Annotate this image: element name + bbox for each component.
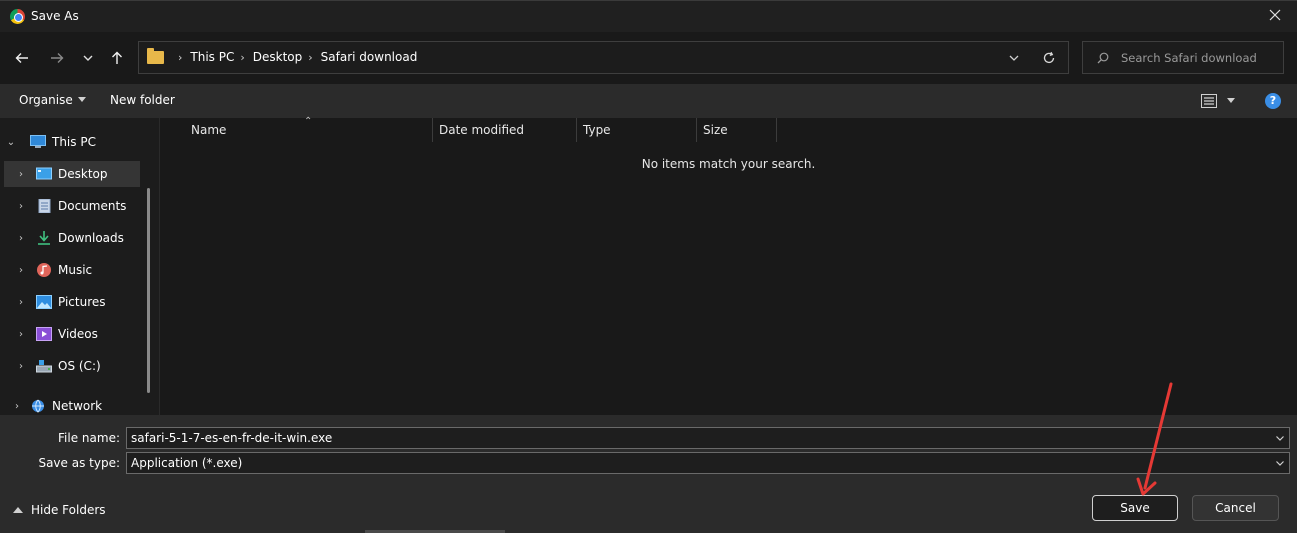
monitor-icon <box>30 135 46 148</box>
breadcrumb-this-pc[interactable]: This PC <box>190 50 234 64</box>
nav-item-label: Pictures <box>58 295 106 309</box>
nav-item-videos[interactable]: › Videos <box>4 321 140 347</box>
chevron-right-icon[interactable]: › <box>14 297 28 308</box>
column-header-date-modified[interactable]: Date modified <box>433 118 576 142</box>
view-details-icon[interactable] <box>1201 94 1217 108</box>
address-bar[interactable]: › This PC › Desktop › Safari download <box>138 41 1069 74</box>
search-icon <box>1097 52 1109 64</box>
save-as-type-label: Save as type: <box>38 456 120 470</box>
chrome-app-icon <box>10 9 25 24</box>
nav-item-network[interactable]: › Network <box>4 393 140 415</box>
refresh-icon[interactable] <box>1042 51 1056 65</box>
save-as-type-value: Application (*.exe) <box>131 456 243 470</box>
nav-item-music[interactable]: › Music <box>4 257 140 283</box>
chevron-right-icon[interactable]: › <box>14 265 28 276</box>
caret-up-icon <box>13 507 23 513</box>
help-icon[interactable]: ? <box>1265 93 1281 109</box>
nav-item-pictures[interactable]: › Pictures <box>4 289 140 315</box>
title-bar: Save As <box>0 0 1297 32</box>
chevron-right-icon[interactable]: › <box>14 361 28 372</box>
nav-item-label: Network <box>52 399 103 413</box>
chevron-down-icon[interactable]: ⌄ <box>4 137 18 148</box>
folder-icon <box>147 48 164 64</box>
empty-state-message: No items match your search. <box>641 157 816 171</box>
drive-icon <box>36 360 52 373</box>
download-icon <box>38 231 50 245</box>
window-title: Save As <box>31 9 79 23</box>
column-header-size[interactable]: Size <box>697 118 776 142</box>
arrow-right-icon <box>51 53 64 63</box>
organise-button[interactable]: Organise <box>19 93 86 107</box>
column-header-name[interactable]: Name <box>185 118 431 142</box>
hide-folders-label: Hide Folders <box>31 503 106 517</box>
file-name-combobox[interactable]: safari-5-1-7-es-en-fr-de-it-win.exe <box>126 427 1290 449</box>
nav-item-label: This PC <box>52 135 96 149</box>
back-button[interactable] <box>11 47 33 69</box>
nav-item-label: Music <box>58 263 93 277</box>
chevron-right-icon[interactable]: › <box>14 329 28 340</box>
search-input[interactable] <box>1121 50 1276 66</box>
nav-item-label: Videos <box>58 327 98 341</box>
documents-icon <box>38 199 51 213</box>
nav-item-label: OS (C:) <box>58 359 101 373</box>
chevron-down-icon <box>83 55 93 61</box>
chevron-right-icon[interactable]: › <box>14 169 28 180</box>
command-toolbar: Organise New folder ? <box>0 84 1297 118</box>
breadcrumb: › This PC › Desktop › Safari download <box>172 50 417 64</box>
chevron-right-icon[interactable]: › <box>14 233 28 244</box>
file-name-label: File name: <box>58 431 120 445</box>
pictures-icon <box>36 295 52 309</box>
breadcrumb-desktop[interactable]: Desktop <box>253 50 303 64</box>
nav-item-documents[interactable]: › Documents <box>4 193 140 219</box>
breadcrumb-safari-download[interactable]: Safari download <box>321 50 418 64</box>
nav-item-label: Downloads <box>58 231 124 245</box>
nav-item-this-pc[interactable]: ⌄ This PC <box>4 129 140 155</box>
search-box[interactable] <box>1082 41 1284 74</box>
save-form-panel: File name: safari-5-1-7-es-en-fr-de-it-w… <box>0 415 1297 533</box>
chevron-right-icon[interactable]: › <box>10 401 24 412</box>
breadcrumb-separator-icon: › <box>178 50 183 64</box>
navigation-scrollbar[interactable] <box>147 188 150 393</box>
breadcrumb-separator-icon: › <box>240 50 245 64</box>
navigation-pane: ⌄ This PC › Desktop › Documents › Downlo… <box>0 118 160 415</box>
chevron-right-icon[interactable]: › <box>14 201 28 212</box>
chevron-down-icon[interactable] <box>1275 458 1285 468</box>
music-icon <box>37 263 51 277</box>
save-button[interactable]: Save <box>1092 495 1178 521</box>
column-header-type[interactable]: Type <box>577 118 696 142</box>
hide-folders-button[interactable]: Hide Folders <box>13 503 106 517</box>
cancel-button[interactable]: Cancel <box>1192 495 1279 521</box>
nav-item-label: Documents <box>58 199 127 213</box>
nav-item-downloads[interactable]: › Downloads <box>4 225 140 251</box>
address-history-chevron-down-icon[interactable] <box>1008 52 1020 64</box>
forward-button[interactable] <box>46 47 68 69</box>
breadcrumb-separator-icon: › <box>308 50 313 64</box>
up-button[interactable] <box>106 47 128 69</box>
file-name-value[interactable]: safari-5-1-7-es-en-fr-de-it-win.exe <box>131 431 332 445</box>
recent-locations-button[interactable] <box>77 47 99 69</box>
save-as-type-select[interactable]: Application (*.exe) <box>126 452 1290 474</box>
file-list: ⌃ Name Date modified Type Size No items … <box>160 116 1297 415</box>
column-separator[interactable] <box>776 118 777 142</box>
caret-down-icon <box>77 97 86 102</box>
nav-item-desktop[interactable]: › Desktop <box>4 161 140 187</box>
new-folder-button[interactable]: New folder <box>110 93 175 107</box>
organise-label: Organise <box>19 93 73 107</box>
chevron-down-icon[interactable] <box>1275 433 1285 443</box>
desktop-icon <box>36 167 52 180</box>
videos-icon <box>36 327 52 341</box>
nav-item-os-c[interactable]: › OS (C:) <box>4 353 140 379</box>
arrow-up-icon <box>112 51 122 64</box>
network-icon <box>32 399 44 413</box>
view-options-caret-icon[interactable] <box>1227 98 1235 103</box>
nav-item-label: Desktop <box>58 167 108 181</box>
arrow-left-icon <box>15 53 28 63</box>
close-icon[interactable] <box>1267 7 1283 23</box>
